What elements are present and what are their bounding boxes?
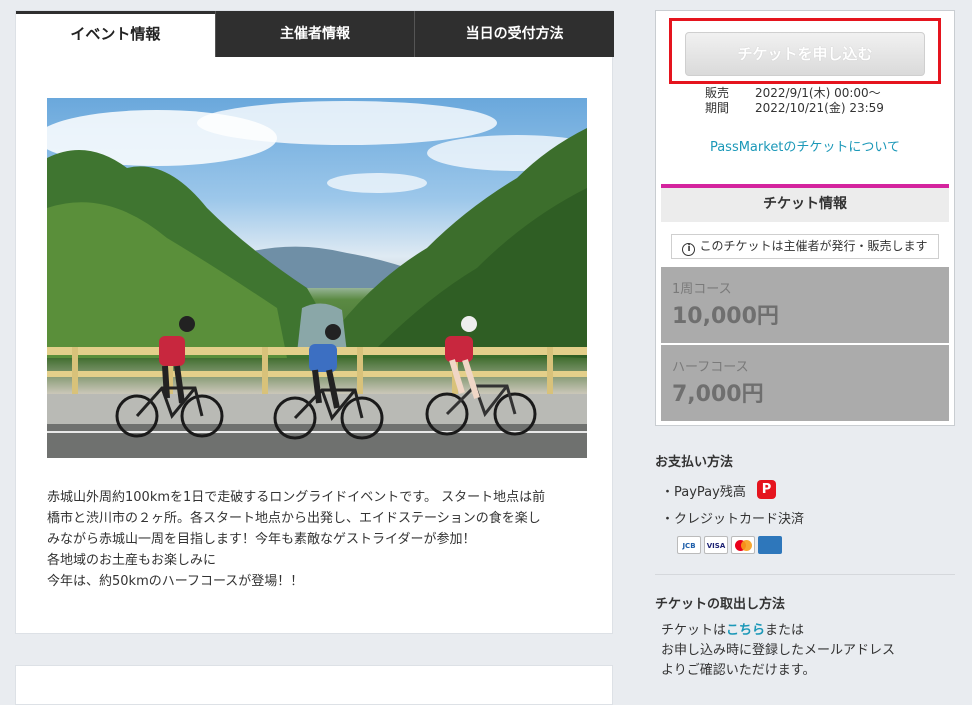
apply-ticket-button[interactable]: チケットを申し込む [685,32,925,76]
tab-reception-method[interactable]: 当日の受付方法 [414,11,615,57]
ticket-course-half[interactable]: ハーフコース 7,000円 [661,345,949,421]
info-icon: i [682,243,696,256]
event-photo [47,98,587,458]
event-tabs: イベント情報 主催者情報 当日の受付方法 [16,11,615,57]
ticket-info-header: チケット情報 [661,184,949,222]
paypay-icon: P [757,480,776,499]
description-line: 橋市と渋川市の２ヶ所。各スタート地点から出発し、エイドステーションの食を楽し [47,511,541,526]
mastercard-icon [731,536,755,554]
event-info-card: イベント情報 主催者情報 当日の受付方法 赤城山外周約100kmを1日で走破する… [15,10,615,634]
pickup-text: または [765,623,805,638]
description-line: みながら赤城山一周を目指します！今年も素敵なゲストライダーが参加！ [47,532,476,547]
card-brand-icons: JCB VISA [677,536,782,554]
issuer-notice-text: このチケットは主催者が発行・販売します [699,239,928,253]
ticket-pickup-title: チケットの取出し方法 [655,597,786,612]
pickup-here-link[interactable]: こちら [726,623,765,638]
divider [655,574,955,575]
issuer-notice: i このチケットは主催者が発行・販売します [671,234,939,259]
sales-label: 販売 [705,86,730,100]
tab-organizer-info[interactable]: 主催者情報 [214,11,415,57]
next-section-card [15,665,613,705]
pickup-text: よりご確認いただけます。 [661,663,816,678]
payment-credit-card: ・クレジットカード決済 [661,512,805,527]
course-price: 10,000円 [672,304,779,329]
amex-icon [758,536,782,554]
course-price: 7,000円 [672,382,764,407]
tab-event-info[interactable]: イベント情報 [16,11,215,57]
pickup-text: お申し込み時に登録したメールアドレス [661,643,896,658]
passmarket-about-link[interactable]: PassMarketのチケットについて [656,136,954,155]
sales-end: 2022/10/21(金) 23:59 [755,101,884,115]
cyclists-bridge-image [47,101,587,458]
payment-methods-title: お支払い方法 [655,455,734,470]
pickup-text: チケットは [661,623,727,638]
ticket-panel: チケットを申し込む 販売 期間 2022/9/1(木) 00:00～ 2022/… [655,10,955,426]
period-label: 期間 [705,101,730,115]
payment-paypay: ・PayPay残高 [661,485,746,500]
description-line: 各地域のお土産もお楽しみに [47,553,217,568]
ticket-course-full[interactable]: 1周コース 10,000円 [661,267,949,343]
ticket-pickup-text: チケットはこちらまたは お申し込み時に登録したメールアドレス よりご確認いただけ… [661,621,895,681]
jcb-icon: JCB [677,536,701,554]
sales-start: 2022/9/1(木) 00:00～ [755,86,881,100]
course-name: 1周コース [672,282,732,297]
visa-icon: VISA [704,536,728,554]
event-description: 赤城山外周約100kmを1日で走破するロングライドイベントです。 スタート地点は… [47,487,587,592]
course-name: ハーフコース [672,360,749,375]
description-line: 今年は、約50kmのハーフコースが登場！！ [47,574,304,589]
description-line: 赤城山外周約100kmを1日で走破するロングライドイベントです。 スタート地点は… [47,490,546,505]
